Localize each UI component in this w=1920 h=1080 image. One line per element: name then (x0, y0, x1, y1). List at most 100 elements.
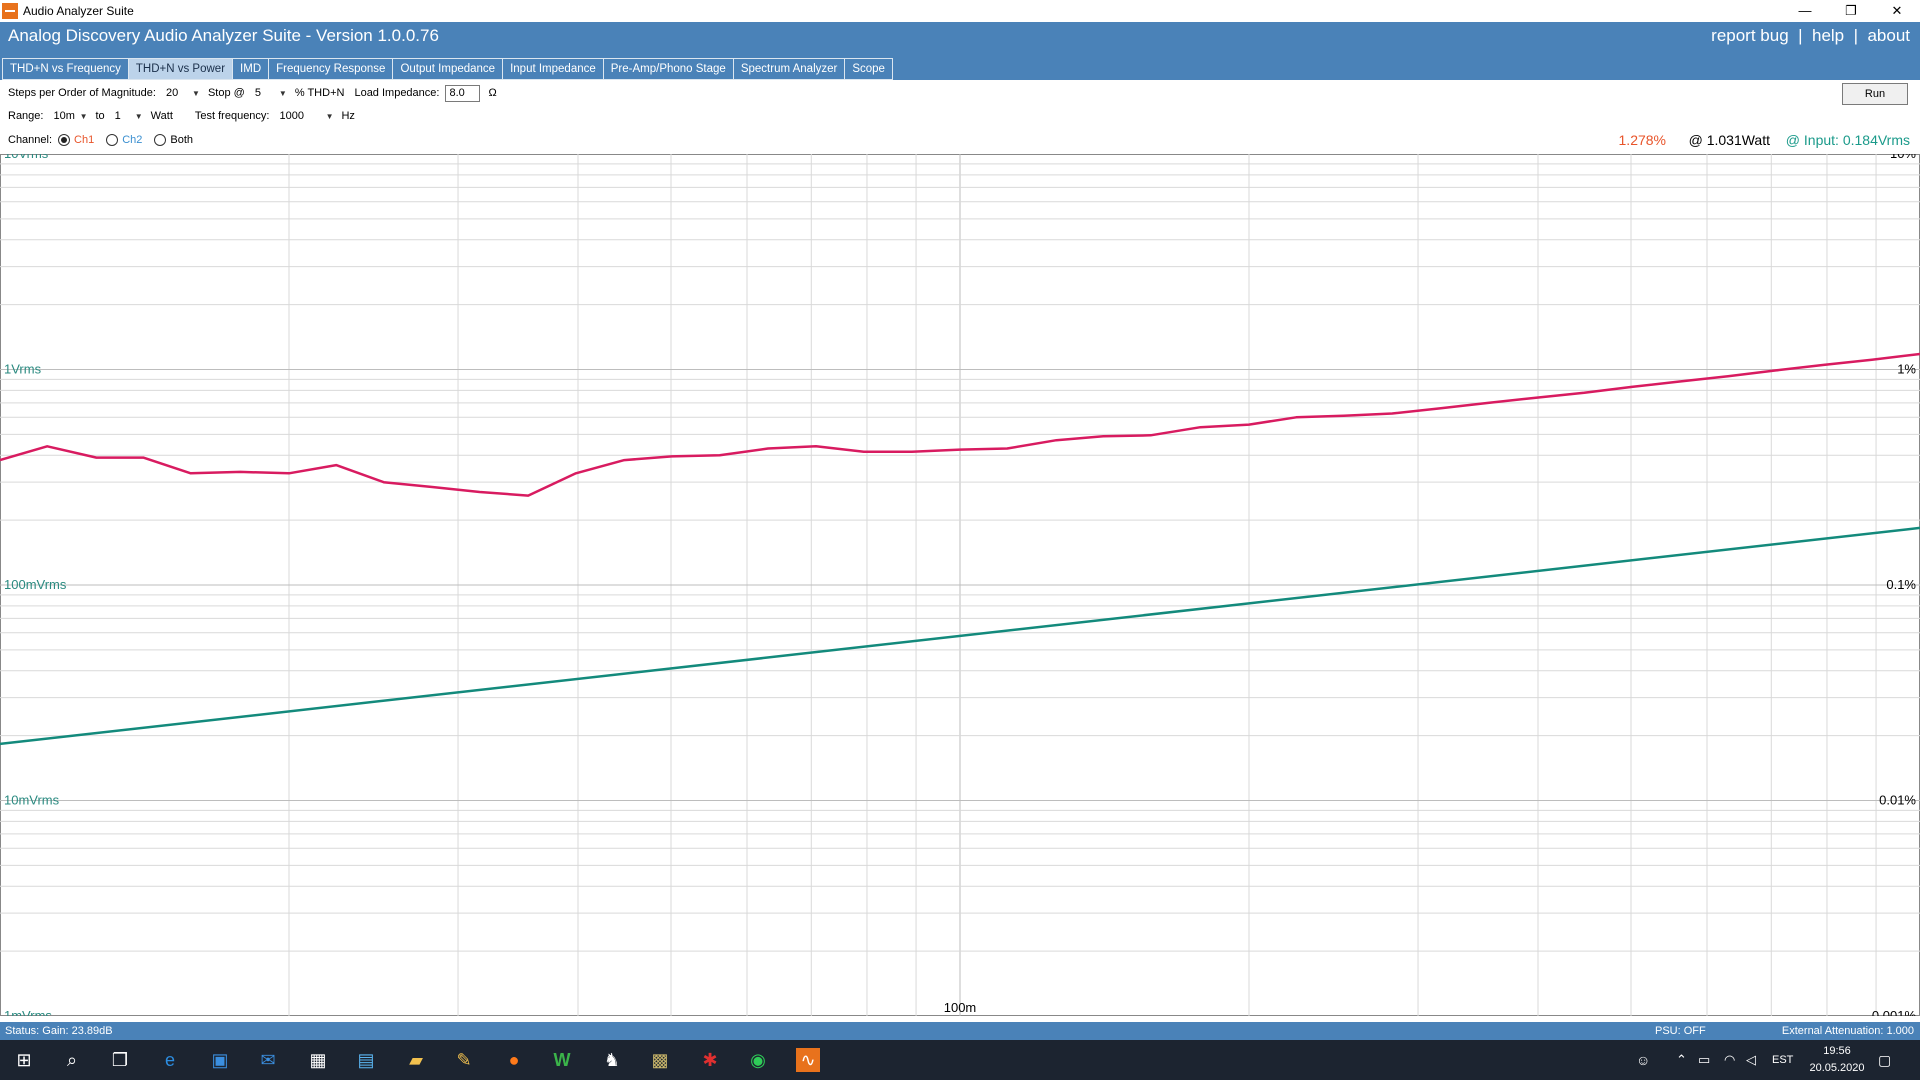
search-icon[interactable]: ⌕ (60, 1048, 84, 1072)
w-app-icon[interactable]: W (550, 1048, 574, 1072)
clock-time: 19:56 (1823, 1045, 1851, 1057)
windows-start-icon[interactable]: ⊞ (12, 1048, 36, 1072)
left-axis-tick-label: 10Vrms (4, 154, 49, 161)
app-header: Analog Discovery Audio Analyzer Suite - … (0, 22, 1920, 80)
steps-select[interactable]: 20 ▼ (161, 84, 202, 102)
range-from-select[interactable]: 10m ▼ (49, 107, 90, 125)
task-view-icon[interactable]: ❐ (108, 1048, 132, 1072)
taskbar: ⊞ ⌕ ❐ e ▣ ✉ ▦ ▤ ▰ ✎ ● W ♞ ▩ ✱ ◉ ∿ ☺ ⌃ ▭ … (0, 1040, 1920, 1080)
restore-button[interactable]: ❐ (1828, 0, 1874, 22)
range-to-value: 1 (114, 109, 121, 122)
load-unit: Ω (488, 87, 497, 99)
thd-vs-power-chart: 10Vrms 1Vrms 100mVrms 10mVrms 1mVrms 10% 1% 0.1… (0, 146, 1920, 1023)
calculator-icon[interactable]: ▦ (306, 1048, 330, 1072)
people-icon[interactable]: ☺ (1636, 1040, 1650, 1080)
fox-app-icon[interactable]: ♞ (600, 1048, 624, 1072)
left-axis-tick-label: 10mVrms (4, 793, 60, 808)
test-frequency-unit: Hz (341, 110, 355, 122)
clock[interactable]: 19:56 20.05.2020 (1806, 1043, 1868, 1077)
edge-browser-icon[interactable]: e (158, 1048, 182, 1072)
red-app-icon[interactable]: ✱ (698, 1048, 722, 1072)
right-axis-tick-label: 0.1% (1886, 577, 1916, 592)
tab-thd-vs-frequency[interactable]: THD+N vs Frequency (2, 58, 129, 80)
link-separator: | (1853, 26, 1858, 45)
controls-panel: Steps per Order of Magnitude: 20 ▼ Stop @… (0, 80, 1920, 154)
right-axis-tick-label: 1% (1897, 362, 1916, 377)
right-axis-tick-label: 10% (1890, 154, 1916, 161)
window-title: Audio Analyzer Suite (23, 4, 134, 18)
steps-value: 20 (165, 86, 179, 99)
ch2-radio[interactable] (106, 134, 119, 146)
range-label: Range: (8, 110, 44, 122)
left-axis-tick-label: 1Vrms (4, 362, 42, 377)
notifications-icon[interactable]: ▢ (1878, 1040, 1891, 1080)
run-button[interactable]: Run (1842, 83, 1908, 105)
chevron-down-icon: ▼ (325, 111, 334, 121)
stop-label: Stop @ (207, 87, 245, 99)
tab-thd-vs-power[interactable]: THD+N vs Power (127, 58, 234, 80)
status-bar: Status: Gain: 23.89dB PSU: OFF External … (0, 1022, 1920, 1040)
report-bug-link[interactable]: report bug (1711, 26, 1789, 45)
controls-row-3: Channel: Ch1 Ch2 Both (8, 130, 199, 150)
window-title-bar: Audio Analyzer Suite — ❐ ✕ (0, 0, 1920, 22)
link-separator: | (1798, 26, 1803, 45)
controls-row-2: Range: 10m ▼ to 1 ▼ Watt Test frequency: 1… (8, 106, 361, 126)
file-explorer-icon[interactable]: ▰ (404, 1048, 428, 1072)
ch2-label: Ch2 (122, 134, 143, 146)
steps-label: Steps per Order of Magnitude: (8, 87, 156, 99)
thd-readout: 1.278% (1618, 132, 1666, 148)
tab-preamp-phono[interactable]: Pre-Amp/Phono Stage (602, 58, 734, 80)
tab-spectrum-analyzer[interactable]: Spectrum Analyzer (732, 58, 846, 80)
tab-input-impedance[interactable]: Input Impedance (502, 58, 604, 80)
attenuation-status: External Attenuation: 1.000 (1781, 1025, 1914, 1037)
language-indicator[interactable]: EST (1772, 1040, 1793, 1080)
test-frequency-label: Test frequency: (194, 110, 270, 122)
chevron-down-icon: ▼ (278, 88, 287, 98)
tab-bar: THD+N vs Frequency THD+N vs Power IMD Fr… (2, 58, 893, 80)
cleaner-icon[interactable]: ✎ (452, 1048, 476, 1072)
stop-select[interactable]: 5 ▼ (250, 84, 289, 102)
range-to-select[interactable]: 1 ▼ (110, 107, 145, 125)
left-axis-tick-label: 1mVrms (4, 1008, 52, 1016)
help-link[interactable]: help (1812, 26, 1844, 45)
load-impedance-input[interactable]: 8.0 (445, 84, 481, 102)
wifi-icon[interactable]: ◠ (1724, 1040, 1735, 1080)
app-name: Analog Discovery Audio Analyzer Suite - … (8, 26, 439, 45)
power-readout: @ 1.031Watt (1688, 132, 1770, 148)
app-icon (2, 3, 18, 19)
chevron-up-icon[interactable]: ⌃ (1676, 1040, 1687, 1080)
volume-icon[interactable]: ◁ (1746, 1040, 1756, 1080)
remote-desktop-icon[interactable]: ▤ (354, 1048, 378, 1072)
x-axis-tick-label: 100m (944, 1000, 977, 1015)
battery-icon[interactable]: ▭ (1698, 1040, 1710, 1080)
ch1-label: Ch1 (74, 134, 95, 146)
stop-value: 5 (254, 86, 261, 99)
range-from-value: 10m (53, 109, 75, 122)
tab-imd[interactable]: IMD (232, 58, 270, 80)
chip-app-icon[interactable]: ▩ (648, 1048, 672, 1072)
both-label: Both (170, 134, 194, 146)
test-frequency-value: 1000 (279, 109, 304, 122)
whatsapp-icon[interactable]: ◉ (746, 1048, 770, 1072)
firefox-icon[interactable]: ● (502, 1048, 526, 1072)
both-radio[interactable] (154, 134, 167, 146)
range-to-label: to (95, 110, 105, 122)
chevron-down-icon: ▼ (134, 111, 143, 121)
chart-svg: 10Vrms 1Vrms 100mVrms 10mVrms 1mVrms 10% 1% 0.1… (0, 146, 1920, 1023)
left-axis-tick-label: 100mVrms (4, 577, 67, 592)
tab-scope[interactable]: Scope (844, 58, 893, 80)
mail-icon[interactable]: ✉ (256, 1048, 280, 1072)
channel-label: Channel: (8, 134, 53, 146)
psu-status: PSU: OFF (1655, 1025, 1706, 1037)
audio-analyzer-taskbar-icon[interactable]: ∿ (796, 1048, 820, 1072)
ch1-radio[interactable] (58, 134, 71, 146)
close-button[interactable]: ✕ (1874, 0, 1920, 22)
about-link[interactable]: about (1867, 26, 1910, 45)
tab-output-impedance[interactable]: Output Impedance (392, 58, 504, 80)
test-frequency-select[interactable]: 1000 ▼ (275, 107, 336, 125)
chevron-down-icon: ▼ (192, 88, 200, 98)
tab-frequency-response[interactable]: Frequency Response (268, 58, 394, 80)
minimize-button[interactable]: — (1782, 0, 1828, 22)
store-icon[interactable]: ▣ (208, 1048, 232, 1072)
status-text: Status: Gain: 23.89dB (5, 1025, 113, 1037)
